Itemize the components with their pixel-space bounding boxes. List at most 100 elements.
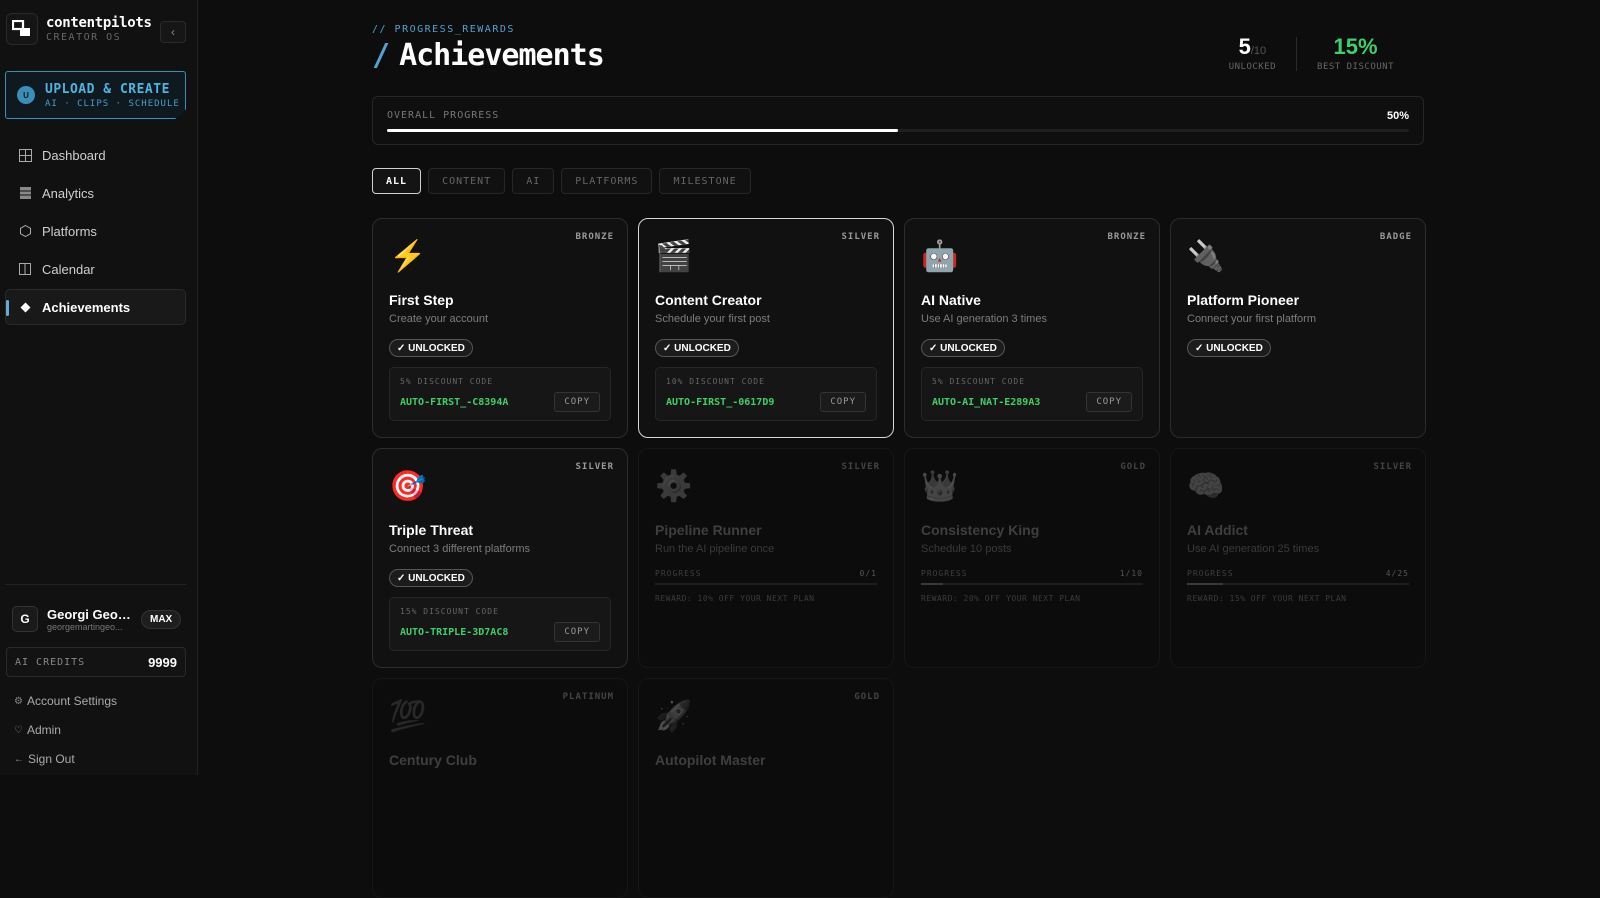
user-profile[interactable]: G Georgi Geor... georgemartingeo... MAX (12, 606, 184, 632)
best-discount-value: 15% (1333, 34, 1378, 59)
discount-code: AUTO-FIRST_-C8394A (400, 397, 509, 408)
sidebar-item-label: Dashboard (42, 147, 106, 163)
brand-subtitle: CREATOR OS (46, 32, 122, 43)
discount-code: AUTO-AI_NAT-E289A3 (932, 397, 1041, 408)
achievement-card-content-creator[interactable]: SILVER 🎬 Content Creator Schedule your f… (638, 218, 894, 438)
reward-text: REWARD: 15% OFF YOUR NEXT PLAN (1187, 594, 1347, 603)
discount-code-box: 5% DISCOUNT CODE AUTO-AI_NAT-E289A3 COPY (921, 367, 1143, 421)
reward-text: REWARD: 10% OFF YOUR NEXT PLAN (655, 594, 815, 603)
copy-button[interactable]: COPY (820, 392, 866, 412)
unlocked-badge: ✓ UNLOCKED (921, 339, 1005, 357)
achievement-title: Pipeline Runner (655, 522, 762, 538)
sidebar-nav: Dashboard Analytics Platforms Calendar A… (5, 137, 186, 327)
avatar: G (12, 606, 38, 632)
progress-fill (921, 583, 944, 585)
brand[interactable]: contentpilots CREATOR OS (6, 13, 152, 45)
tier-label: GOLD (854, 692, 880, 702)
sign-out-link[interactable]: ← Sign Out (14, 752, 75, 766)
tab-all[interactable]: ALL (372, 168, 422, 194)
tier-label: SILVER (841, 462, 880, 472)
achievement-description: Use AI generation 3 times (921, 313, 1047, 325)
tab-content[interactable]: CONTENT (428, 168, 506, 194)
progress-track (387, 129, 1409, 132)
sidebar-item-dashboard[interactable]: Dashboard (5, 137, 186, 173)
best-discount-label: BEST DISCOUNT (1317, 62, 1394, 72)
progress-label: PROGRESS (1187, 569, 1234, 578)
progress-label: PROGRESS (655, 569, 702, 578)
upload-avatar: U (17, 86, 35, 104)
sign-out-label: Sign Out (28, 752, 75, 766)
progress-track (655, 583, 877, 585)
rocket-icon: 🚀 (655, 700, 693, 733)
achievement-card-ai-addict[interactable]: SILVER 🧠 AI Addict Use AI generation 25 … (1170, 448, 1426, 668)
heart-icon: ♡ (14, 724, 23, 736)
achievement-description: Run the AI pipeline once (655, 543, 775, 555)
robot-icon: 🤖 (921, 240, 959, 273)
achievement-progress: PROGRESS 1/10 (921, 569, 1143, 578)
discount-code-box: 15% DISCOUNT CODE AUTO-TRIPLE-3D7AC8 COP… (389, 597, 611, 651)
discount-code-label: 10% DISCOUNT CODE (666, 377, 765, 386)
progress-count: 1/10 (1119, 569, 1143, 578)
upload-create-button[interactable]: U UPLOAD & CREATE AI · CLIPS · SCHEDULE (5, 71, 186, 119)
discount-stat: 15% BEST DISCOUNT (1317, 34, 1394, 72)
sidebar-item-analytics[interactable]: Analytics (5, 175, 186, 211)
diamond-icon (18, 300, 32, 314)
sidebar-divider (5, 584, 186, 585)
admin-label: Admin (26, 723, 61, 737)
achievement-card-triple-threat[interactable]: SILVER 🎯 Triple Threat Connect 3 differe… (372, 448, 628, 668)
achievement-card-first-step[interactable]: BRONZE ⚡ First Step Create your account … (372, 218, 628, 438)
page-title-text: Achievements (399, 38, 605, 73)
lightning-icon: ⚡ (389, 240, 427, 273)
achievement-title: AI Native (921, 292, 981, 308)
sidebar-item-label: Analytics (42, 185, 95, 201)
discount-code: AUTO-TRIPLE-3D7AC8 (400, 627, 509, 638)
achievement-card-autopilot-master[interactable]: GOLD 🚀 Autopilot Master (638, 678, 894, 898)
overall-progress: OVERALL PROGRESS 50% (372, 96, 1424, 145)
collapse-sidebar-button[interactable]: ‹ (160, 21, 186, 43)
tab-milestone[interactable]: MILESTONE (659, 168, 751, 194)
progress-fill (1187, 583, 1223, 585)
calendar-icon (18, 262, 32, 276)
unlocked-label: UNLOCKED (1228, 62, 1277, 72)
ai-credits: AI CREDITS 9999 (6, 647, 186, 677)
discount-code-box: 10% DISCOUNT CODE AUTO-FIRST_-0617D9 COP… (655, 367, 877, 421)
achievement-description: Use AI generation 25 times (1187, 543, 1320, 555)
sidebar-item-platforms[interactable]: Platforms (5, 213, 186, 249)
admin-link[interactable]: ♡ Admin (14, 723, 61, 737)
upload-subtitle: AI · CLIPS · SCHEDULE (45, 98, 180, 109)
tier-label: SILVER (1373, 462, 1412, 472)
bar-chart-icon (18, 186, 32, 200)
tier-label: BRONZE (1107, 232, 1146, 242)
achievement-card-consistency-king[interactable]: GOLD 👑 Consistency King Schedule 10 post… (904, 448, 1160, 668)
copy-button[interactable]: COPY (1086, 392, 1132, 412)
sidebar-item-achievements[interactable]: Achievements (5, 289, 186, 325)
copy-button[interactable]: COPY (554, 622, 600, 642)
progress-fill (387, 129, 898, 132)
progress-label: PROGRESS (921, 569, 968, 578)
achievement-card-platform-pioneer[interactable]: BADGE 🔌 Platform Pioneer Connect your fi… (1170, 218, 1426, 438)
discount-code: AUTO-FIRST_-0617D9 (666, 397, 775, 408)
copy-button[interactable]: COPY (554, 392, 600, 412)
tab-ai[interactable]: AI (512, 168, 555, 194)
achievement-card-pipeline-runner[interactable]: SILVER ⚙️ Pipeline Runner Run the AI pip… (638, 448, 894, 668)
achievement-progress: PROGRESS 4/25 (1187, 569, 1409, 578)
achievement-card-century-club[interactable]: PLATINUM 💯 Century Club (372, 678, 628, 898)
sidebar-item-calendar[interactable]: Calendar (5, 251, 186, 287)
brand-name: contentpilots (46, 15, 152, 31)
stat-divider (1296, 37, 1298, 71)
unlocked-badge: ✓ UNLOCKED (655, 339, 739, 357)
tier-label: BRONZE (575, 232, 614, 242)
upload-title: UPLOAD & CREATE (45, 81, 170, 97)
gear-icon: ⚙️ (655, 470, 693, 503)
achievement-card-ai-native[interactable]: BRONZE 🤖 AI Native Use AI generation 3 t… (904, 218, 1160, 438)
progress-track (921, 583, 1143, 585)
achievement-title: Platform Pioneer (1187, 292, 1300, 308)
account-settings-link[interactable]: ⚙ Account Settings (14, 694, 117, 708)
progress-track (1187, 583, 1409, 585)
unlocked-badge: ✓ UNLOCKED (389, 569, 473, 587)
credits-value: 9999 (148, 654, 177, 670)
sidebar-item-label: Calendar (42, 261, 95, 277)
unlocked-stat: 5/10 UNLOCKED (1229, 34, 1276, 72)
achievement-title: Autopilot Master (655, 752, 766, 768)
tab-platforms[interactable]: PLATFORMS (561, 168, 653, 194)
